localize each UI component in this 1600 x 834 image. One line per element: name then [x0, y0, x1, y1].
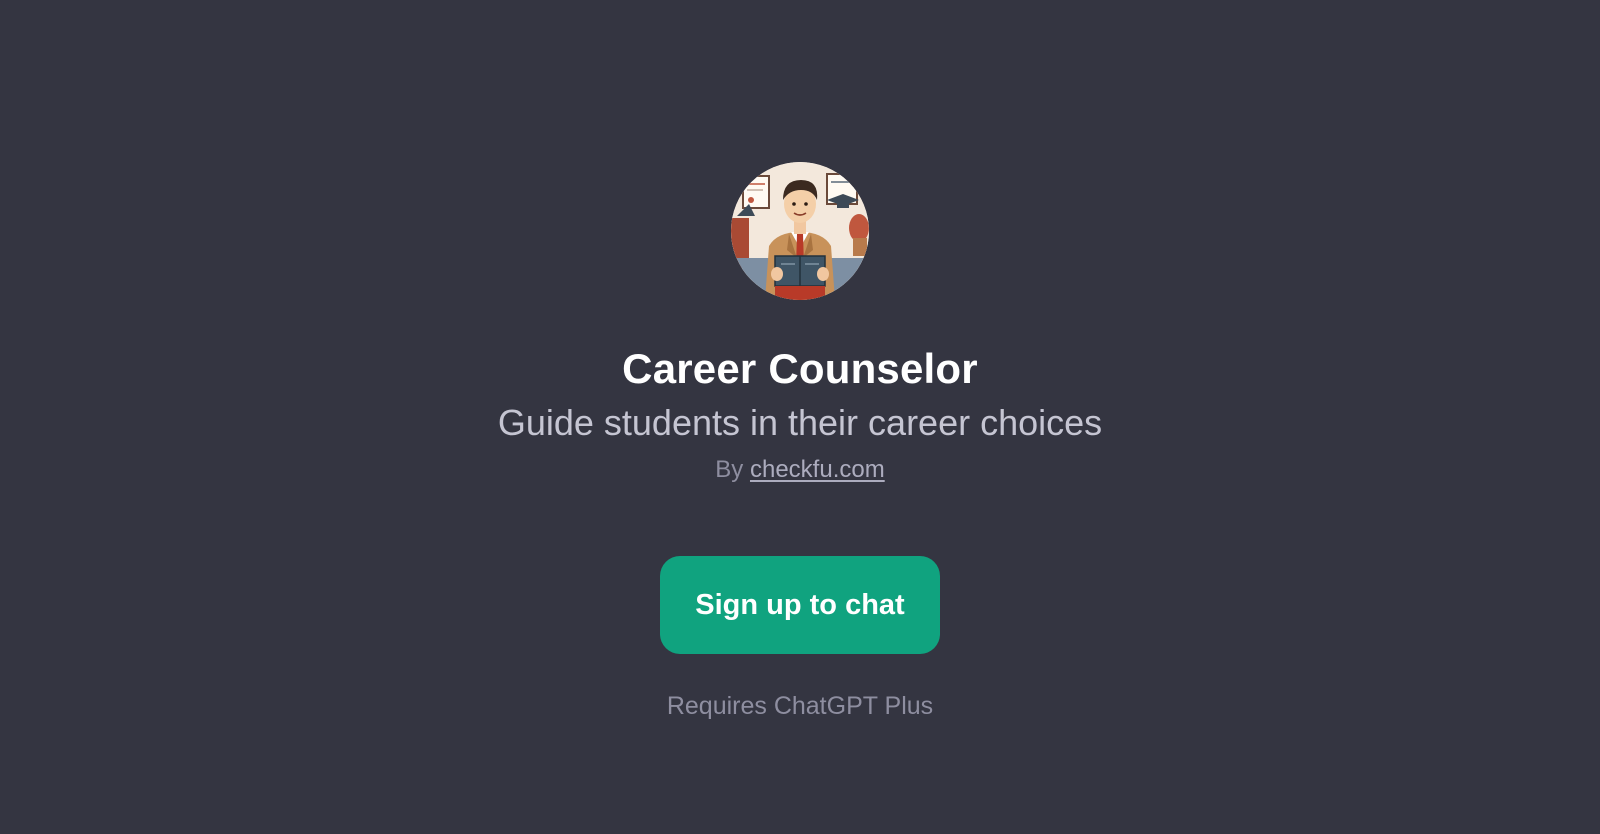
career-counselor-illustration-icon [731, 162, 869, 300]
requirement-note: Requires ChatGPT Plus [666, 692, 934, 720]
author-prefix: By [715, 456, 744, 483]
sign-up-to-chat-button[interactable]: Sign up to chat [660, 556, 940, 654]
gpt-avatar [731, 162, 869, 300]
author-link[interactable]: checkfu.com [750, 456, 885, 483]
gpt-title: Career Counselor [622, 345, 978, 392]
gpt-description: Guide students in their career choices [497, 402, 1103, 443]
gpt-author-byline: By checkfu.com [715, 454, 884, 486]
gpt-landing-page: Career Counselor Guide students in their… [0, 0, 1600, 834]
